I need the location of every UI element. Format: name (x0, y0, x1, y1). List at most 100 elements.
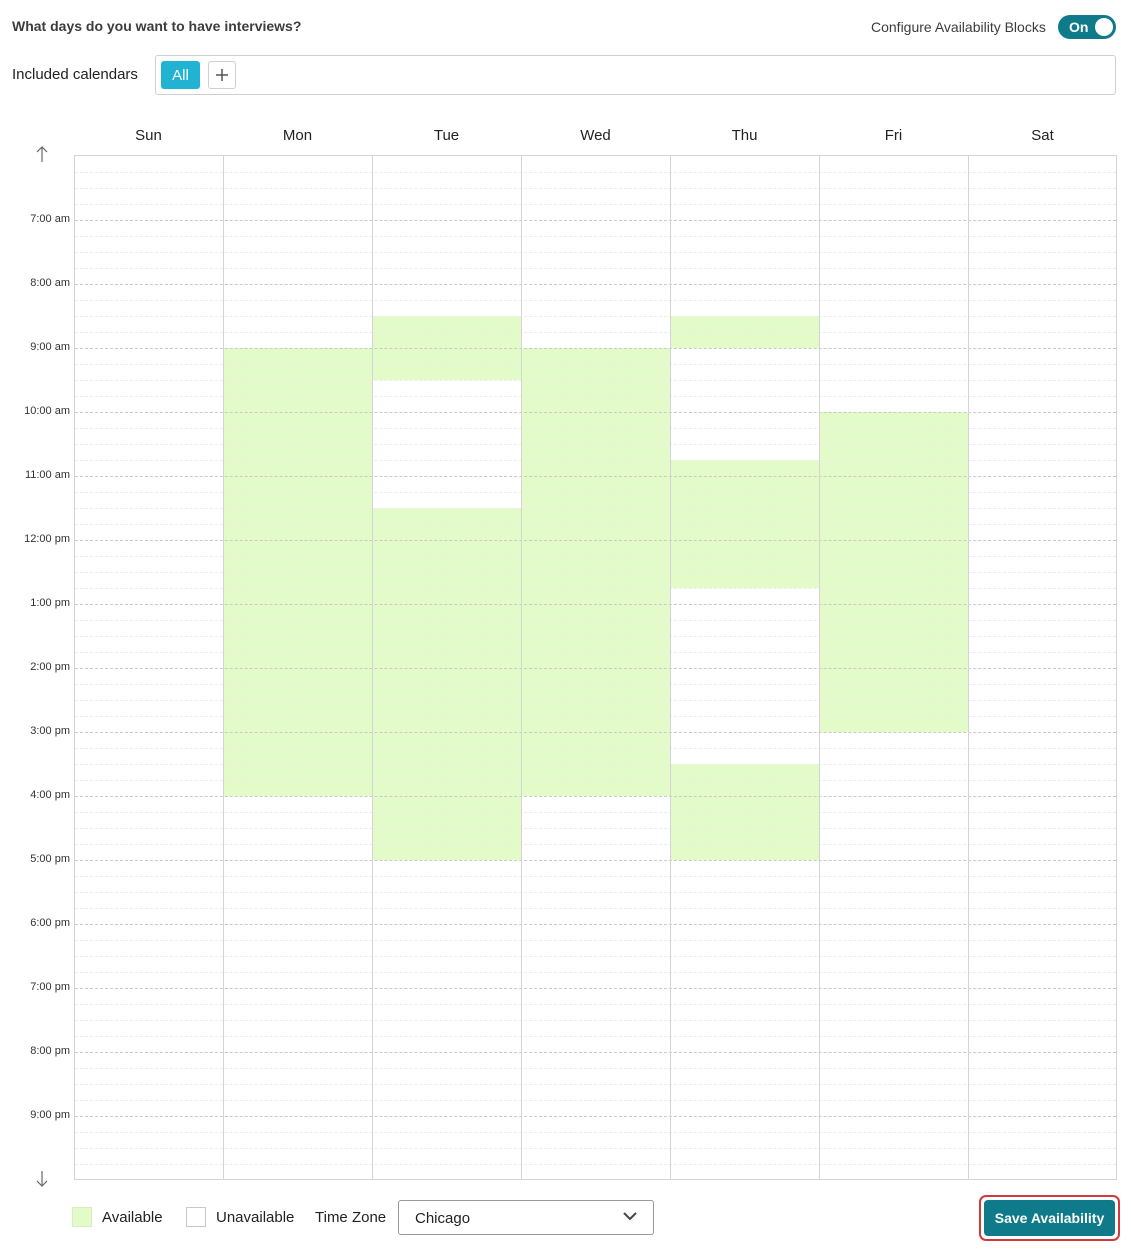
quarter-hour-gridline (75, 428, 1116, 429)
day-column-divider (819, 156, 820, 1179)
quarter-hour-gridline (75, 492, 1116, 493)
legend-available-label: Available (102, 1209, 163, 1226)
quarter-hour-gridline (75, 300, 1116, 301)
quarter-hour-gridline (75, 876, 1116, 877)
time-label: 1:00 pm (30, 597, 70, 609)
hour-gridline (75, 732, 1116, 733)
day-header-sun: Sun (135, 127, 162, 144)
time-label: 3:00 pm (30, 725, 70, 737)
quarter-hour-gridline (75, 524, 1116, 525)
quarter-hour-gridline (75, 972, 1116, 973)
availability-grid[interactable] (74, 155, 1117, 1180)
interview-days-question: What days do you want to have interviews… (12, 18, 302, 34)
day-header-mon: Mon (282, 127, 313, 144)
included-calendars-box[interactable]: All (155, 55, 1116, 95)
quarter-hour-gridline (75, 828, 1116, 829)
quarter-hour-gridline (75, 1164, 1116, 1165)
quarter-hour-gridline (75, 940, 1116, 941)
quarter-hour-gridline (75, 236, 1116, 237)
quarter-hour-gridline (75, 252, 1116, 253)
quarter-hour-gridline (75, 764, 1116, 765)
time-zone-value: Chicago (415, 1210, 471, 1227)
quarter-hour-gridline (75, 364, 1116, 365)
quarter-hour-gridline (75, 812, 1116, 813)
hour-gridline (75, 220, 1116, 221)
quarter-hour-gridline (75, 572, 1116, 573)
quarter-hour-gridline (75, 620, 1116, 621)
quarter-hour-gridline (75, 588, 1116, 589)
save-availability-button[interactable]: Save Availability (984, 1200, 1115, 1236)
day-header-fri: Fri (884, 127, 903, 144)
time-label: 11:00 am (24, 469, 70, 481)
quarter-hour-gridline (75, 1068, 1116, 1069)
quarter-hour-gridline (75, 700, 1116, 701)
quarter-hour-gridline (75, 1020, 1116, 1021)
quarter-hour-gridline (75, 396, 1116, 397)
included-calendars-label: Included calendars (12, 66, 138, 83)
quarter-hour-gridline (75, 316, 1116, 317)
quarter-hour-gridline (75, 684, 1116, 685)
configure-availability-label: Configure Availability Blocks (871, 19, 1046, 35)
quarter-hour-gridline (75, 444, 1116, 445)
add-calendar-button[interactable] (208, 61, 236, 89)
time-label: 6:00 pm (30, 917, 70, 929)
quarter-hour-gridline (75, 172, 1116, 173)
calendar-chip-all[interactable]: All (161, 61, 200, 89)
availability-blocks-toggle[interactable]: On (1058, 15, 1116, 39)
time-label: 7:00 pm (30, 981, 70, 993)
quarter-hour-gridline (75, 268, 1116, 269)
time-zone-label: Time Zone (315, 1209, 387, 1226)
day-column-divider (223, 156, 224, 1179)
quarter-hour-gridline (75, 748, 1116, 749)
toggle-knob (1095, 18, 1113, 36)
quarter-hour-gridline (75, 332, 1116, 333)
time-zone-select[interactable]: Chicago (398, 1200, 654, 1235)
day-column-divider (968, 156, 969, 1179)
hour-gridline (75, 924, 1116, 925)
quarter-hour-gridline (75, 380, 1116, 381)
quarter-hour-gridline (75, 1100, 1116, 1101)
time-label: 7:00 am (30, 213, 70, 225)
arrow-up-icon[interactable] (34, 145, 50, 163)
quarter-hour-gridline (75, 908, 1116, 909)
quarter-hour-gridline (75, 652, 1116, 653)
quarter-hour-gridline (75, 204, 1116, 205)
time-label: 12:00 pm (24, 533, 70, 545)
hour-gridline (75, 412, 1116, 413)
hour-gridline (75, 796, 1116, 797)
day-header-sat: Sat (1031, 127, 1054, 144)
quarter-hour-gridline (75, 956, 1116, 957)
hour-gridline (75, 988, 1116, 989)
quarter-hour-gridline (75, 188, 1116, 189)
hour-gridline (75, 668, 1116, 669)
plus-icon (216, 69, 228, 81)
arrow-down-icon[interactable] (34, 1170, 50, 1188)
quarter-hour-gridline (75, 1148, 1116, 1149)
quarter-hour-gridline (75, 1132, 1116, 1133)
legend-available-swatch (72, 1207, 92, 1227)
save-availability-focus-ring: Save Availability (979, 1195, 1120, 1241)
legend-unavailable-swatch (186, 1207, 206, 1227)
quarter-hour-gridline (75, 1004, 1116, 1005)
day-header-wed: Wed (580, 127, 611, 144)
hour-gridline (75, 1052, 1116, 1053)
quarter-hour-gridline (75, 1036, 1116, 1037)
time-label: 9:00 pm (30, 1109, 70, 1121)
time-label: 2:00 pm (30, 661, 70, 673)
day-column-divider (372, 156, 373, 1179)
time-label: 5:00 pm (30, 853, 70, 865)
quarter-hour-gridline (75, 460, 1116, 461)
day-header-tue: Tue (433, 127, 460, 144)
quarter-hour-gridline (75, 636, 1116, 637)
time-label: 4:00 pm (30, 789, 70, 801)
legend-unavailable-label: Unavailable (216, 1209, 295, 1226)
time-label: 8:00 am (30, 277, 70, 289)
time-label: 8:00 pm (30, 1045, 70, 1057)
quarter-hour-gridline (75, 556, 1116, 557)
hour-gridline (75, 604, 1116, 605)
day-column-divider (521, 156, 522, 1179)
toggle-label: On (1069, 19, 1089, 35)
quarter-hour-gridline (75, 716, 1116, 717)
day-column-divider (670, 156, 671, 1179)
hour-gridline (75, 540, 1116, 541)
